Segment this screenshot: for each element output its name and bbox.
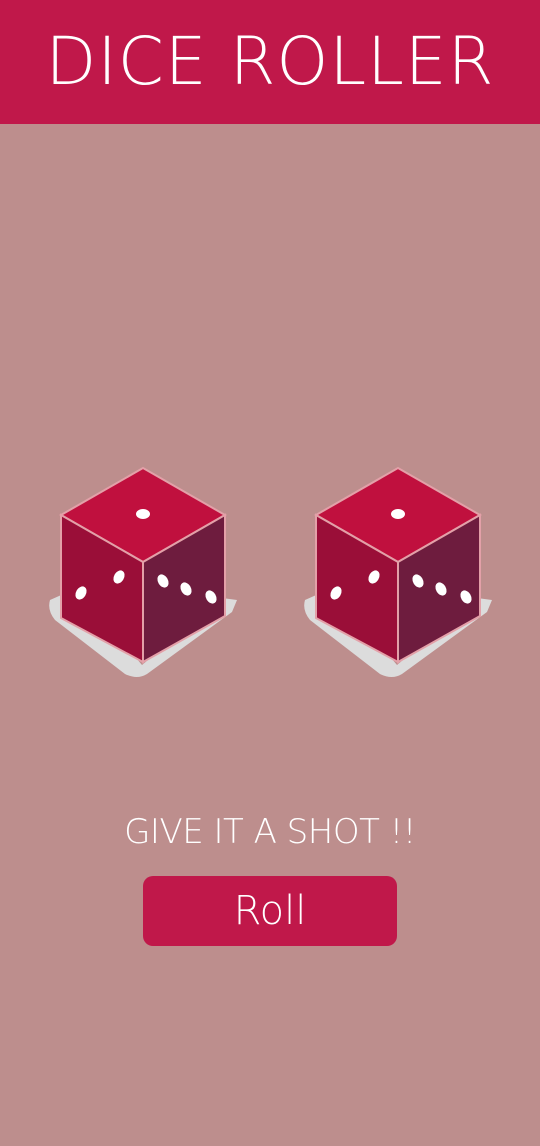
dice-icon — [304, 466, 492, 677]
tagline: GIVE IT A SHOT !! — [124, 812, 416, 852]
app-bar: DICE ROLLER — [0, 0, 540, 124]
dice-icon — [49, 466, 237, 677]
app-title: DICE ROLLER — [45, 23, 495, 100]
roll-button-label: Roll — [233, 888, 307, 934]
die-2 — [302, 460, 492, 686]
dice-row — [0, 460, 540, 690]
roll-button[interactable]: Roll — [143, 876, 397, 946]
die-1 — [47, 460, 237, 686]
